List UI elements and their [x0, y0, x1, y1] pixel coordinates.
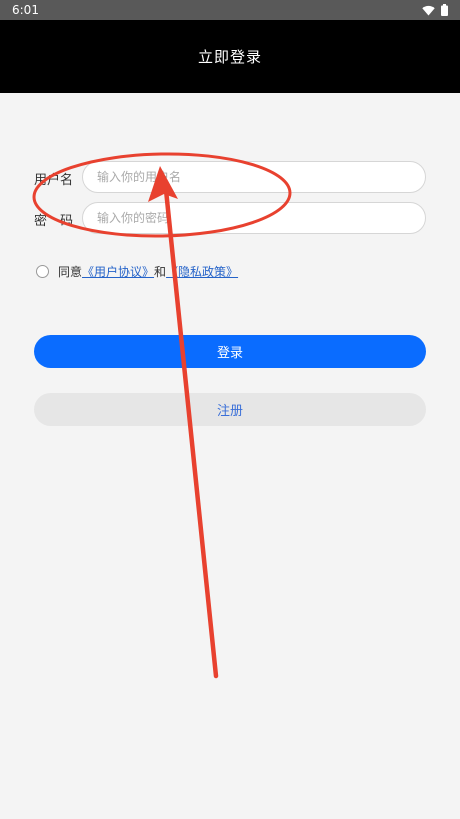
- agreement-prefix: 同意: [58, 265, 83, 279]
- login-button[interactable]: 登录: [34, 335, 426, 368]
- status-icons: [422, 4, 448, 16]
- agree-radio[interactable]: [36, 265, 49, 278]
- username-label: 用户名: [34, 173, 74, 188]
- register-button[interactable]: 注册: [34, 393, 426, 426]
- status-time: 6:01: [12, 3, 39, 17]
- privacy-policy-link[interactable]: 《隐私政策》: [166, 263, 238, 280]
- username-input[interactable]: [82, 161, 426, 193]
- agreement-conjunction: 和: [154, 265, 167, 279]
- agreement-row: 同意 《用户协议》 和 《隐私政策》: [36, 263, 238, 280]
- status-bar: 6:01: [0, 0, 460, 20]
- page-title: 立即登录: [197, 48, 262, 66]
- app-header: 立即登录: [0, 20, 460, 93]
- password-label: 密 码: [34, 214, 74, 229]
- password-input[interactable]: [82, 202, 426, 234]
- battery-icon: [441, 4, 448, 16]
- user-agreement-link[interactable]: 《用户协议》: [82, 263, 154, 280]
- wifi-icon: [422, 5, 435, 15]
